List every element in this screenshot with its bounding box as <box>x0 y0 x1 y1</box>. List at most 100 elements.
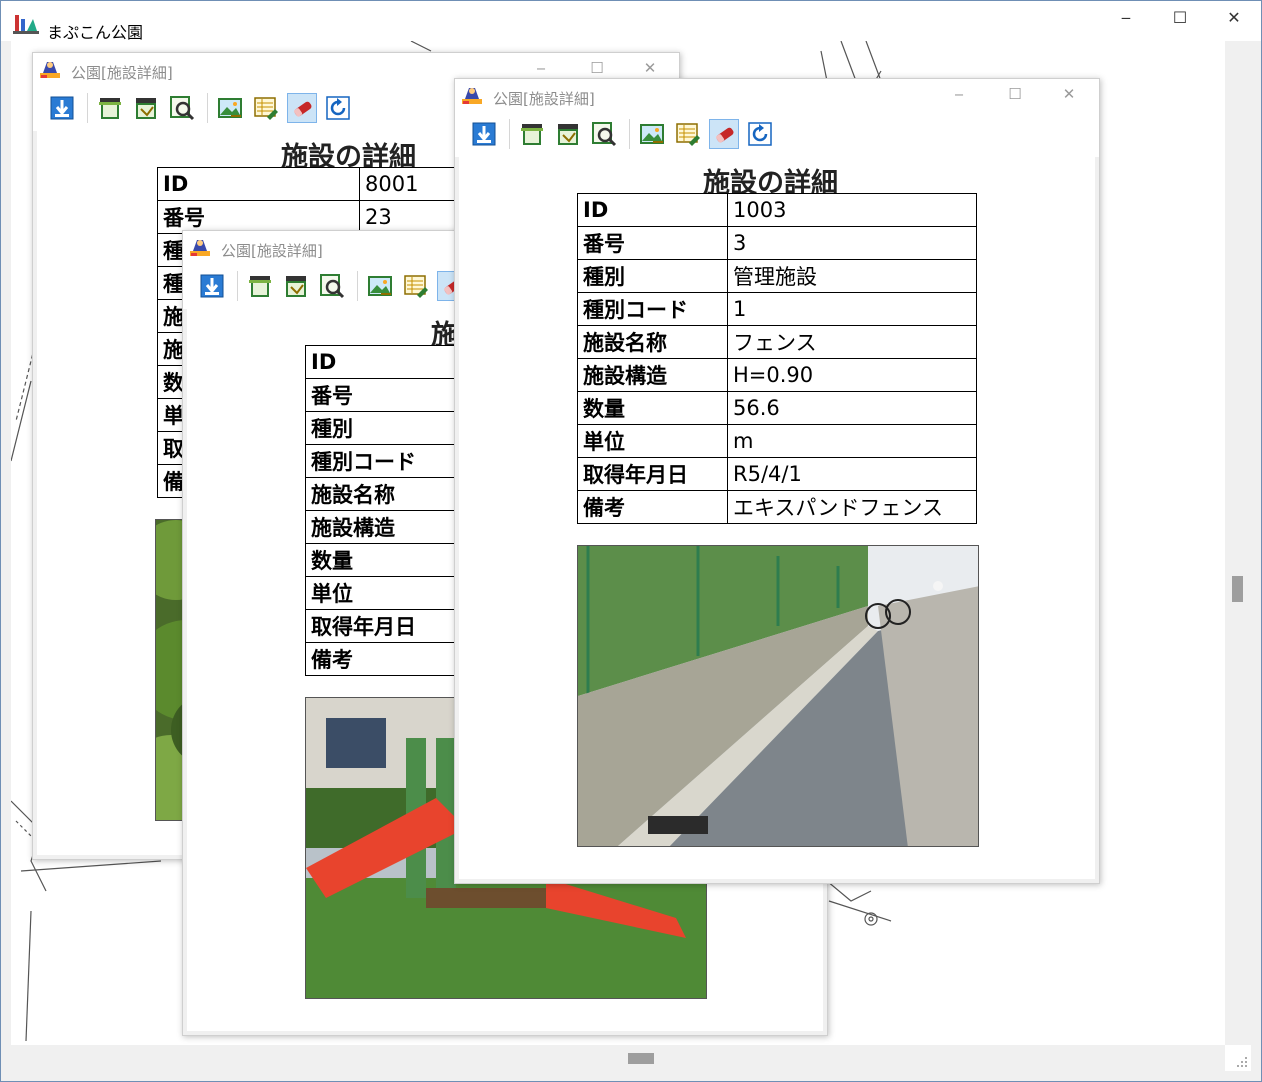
value-type-code: 1 <box>727 292 977 326</box>
tb-edit-sheet-button[interactable] <box>673 119 703 149</box>
label-facility-name: 施設名称 <box>305 477 456 511</box>
tb-edit-sheet-button[interactable] <box>401 271 431 301</box>
toolbar-separator <box>87 93 88 123</box>
label-type-code: 種別コード <box>305 444 456 478</box>
app-icon <box>13 13 39 35</box>
tb-print-button[interactable] <box>95 93 125 123</box>
print-preview-icon <box>555 121 581 147</box>
label-type: 種別 <box>577 259 728 293</box>
tb-download-button[interactable] <box>469 119 499 149</box>
label-id: ID <box>577 193 728 227</box>
label-id: ID <box>157 167 360 201</box>
toolbar-separator <box>237 271 238 301</box>
table-row: 備考 エキスパンドフェンス <box>577 490 977 524</box>
vertical-scrollbar-thumb[interactable] <box>1232 576 1243 602</box>
tb-photo-button[interactable] <box>637 119 667 149</box>
window-c-maximize-button[interactable]: ☐ <box>995 83 1035 107</box>
label-facility-name: 施設名称 <box>577 325 728 359</box>
tb-preview-button[interactable] <box>317 271 347 301</box>
facility-detail-window-c[interactable]: 公園[施設詳細] ‒ ☐ ✕ 施設の詳細 ID 1003 番号 3 種別 管理施設 種… <box>454 78 1100 884</box>
refresh-icon <box>747 121 773 147</box>
resize-grip-icon[interactable] <box>1235 1055 1249 1069</box>
main-titlebar[interactable]: まぷこん公園 ‒ ☐ ✕ <box>1 1 1261 42</box>
edit-sheet-icon <box>403 273 429 299</box>
window-frame-right <box>1251 41 1261 1071</box>
photo-icon <box>639 121 665 147</box>
photo-icon <box>367 273 393 299</box>
horizontal-scrollbar[interactable] <box>11 1045 1225 1071</box>
preview-icon <box>591 121 617 147</box>
label-acquired-date: 取得年月日 <box>305 609 456 643</box>
tb-edit-sheet-button[interactable] <box>251 93 281 123</box>
value-id: 1003 <box>727 193 977 227</box>
edit-sheet-icon <box>675 121 701 147</box>
tb-print-button[interactable] <box>517 119 547 149</box>
maximize-icon: ☐ <box>1172 7 1188 27</box>
value-type: 管理施設 <box>727 259 977 293</box>
close-icon: ✕ <box>1062 85 1076 103</box>
value-acquired-date: R5/4/1 <box>727 457 977 491</box>
label-unit: 単位 <box>577 424 728 458</box>
tb-print-preview-button[interactable] <box>553 119 583 149</box>
window-c-facility-photo <box>577 545 979 847</box>
tb-photo-button[interactable] <box>215 93 245 123</box>
download-icon <box>49 95 75 121</box>
tb-eraser-button[interactable] <box>709 119 739 149</box>
photo-icon <box>217 95 243 121</box>
value-quantity: 56.6 <box>727 391 977 425</box>
window-c-title: 公園[施設詳細] <box>493 90 595 108</box>
label-remarks: 備考 <box>577 490 728 524</box>
tb-refresh-button[interactable] <box>745 119 775 149</box>
park-app-icon <box>39 59 61 79</box>
tb-photo-button[interactable] <box>365 271 395 301</box>
maximize-button[interactable]: ☐ <box>1153 1 1207 33</box>
tb-print-preview-button[interactable] <box>131 93 161 123</box>
window-c-close-button[interactable]: ✕ <box>1049 83 1089 107</box>
value-remarks: エキスパンドフェンス <box>727 490 977 524</box>
window-c-toolbar <box>455 111 1099 157</box>
tb-download-button[interactable] <box>47 93 77 123</box>
table-row: 種別 管理施設 <box>577 259 977 293</box>
window-a-title: 公園[施設詳細] <box>71 64 173 82</box>
download-icon <box>199 273 225 299</box>
eraser-icon <box>290 96 316 122</box>
horizontal-scrollbar-thumb[interactable] <box>628 1053 654 1064</box>
tb-download-button[interactable] <box>197 271 227 301</box>
window-b-title: 公園[施設詳細] <box>221 242 323 260</box>
value-unit: m <box>727 424 977 458</box>
minimize-icon: ‒ <box>1120 7 1132 27</box>
tb-preview-button[interactable] <box>167 93 197 123</box>
window-c-minimize-button[interactable]: ‒ <box>939 83 979 107</box>
print-icon <box>247 273 273 299</box>
tb-refresh-button[interactable] <box>323 93 353 123</box>
window-frame-bottom <box>1 1071 1261 1081</box>
window-c-content: 施設の詳細 ID 1003 番号 3 種別 管理施設 種別コード 1 施設名称 フェンス … <box>459 155 1095 879</box>
toolbar-separator <box>207 93 208 123</box>
value-facility-structure: H=0.90 <box>727 358 977 392</box>
label-type-code: 種別コード <box>577 292 728 326</box>
close-icon: ✕ <box>1227 7 1241 27</box>
eraser-icon <box>712 122 738 148</box>
close-icon: ✕ <box>643 59 657 77</box>
window-frame-left <box>1 41 11 1071</box>
minimize-button[interactable]: ‒ <box>1099 1 1153 33</box>
window-c-titlebar[interactable]: 公園[施設詳細] ‒ ☐ ✕ <box>455 79 1099 111</box>
tb-print-button[interactable] <box>245 271 275 301</box>
park-app-icon <box>461 85 483 105</box>
maximize-icon: ☐ <box>590 59 604 77</box>
tb-preview-button[interactable] <box>589 119 619 149</box>
app-title: まぷこん公園 <box>47 23 144 42</box>
table-row: 施設構造 H=0.90 <box>577 358 977 392</box>
table-row: 番号 3 <box>577 226 977 260</box>
vertical-scrollbar[interactable] <box>1225 41 1251 1045</box>
close-button[interactable]: ✕ <box>1207 1 1261 33</box>
tb-print-preview-button[interactable] <box>281 271 311 301</box>
print-icon <box>97 95 123 121</box>
print-preview-icon <box>283 273 309 299</box>
tb-eraser-button[interactable] <box>287 93 317 123</box>
refresh-icon <box>325 95 351 121</box>
label-remarks: 備考 <box>305 642 456 676</box>
table-row: ID 1003 <box>577 193 977 227</box>
download-icon <box>471 121 497 147</box>
value-number: 3 <box>727 226 977 260</box>
